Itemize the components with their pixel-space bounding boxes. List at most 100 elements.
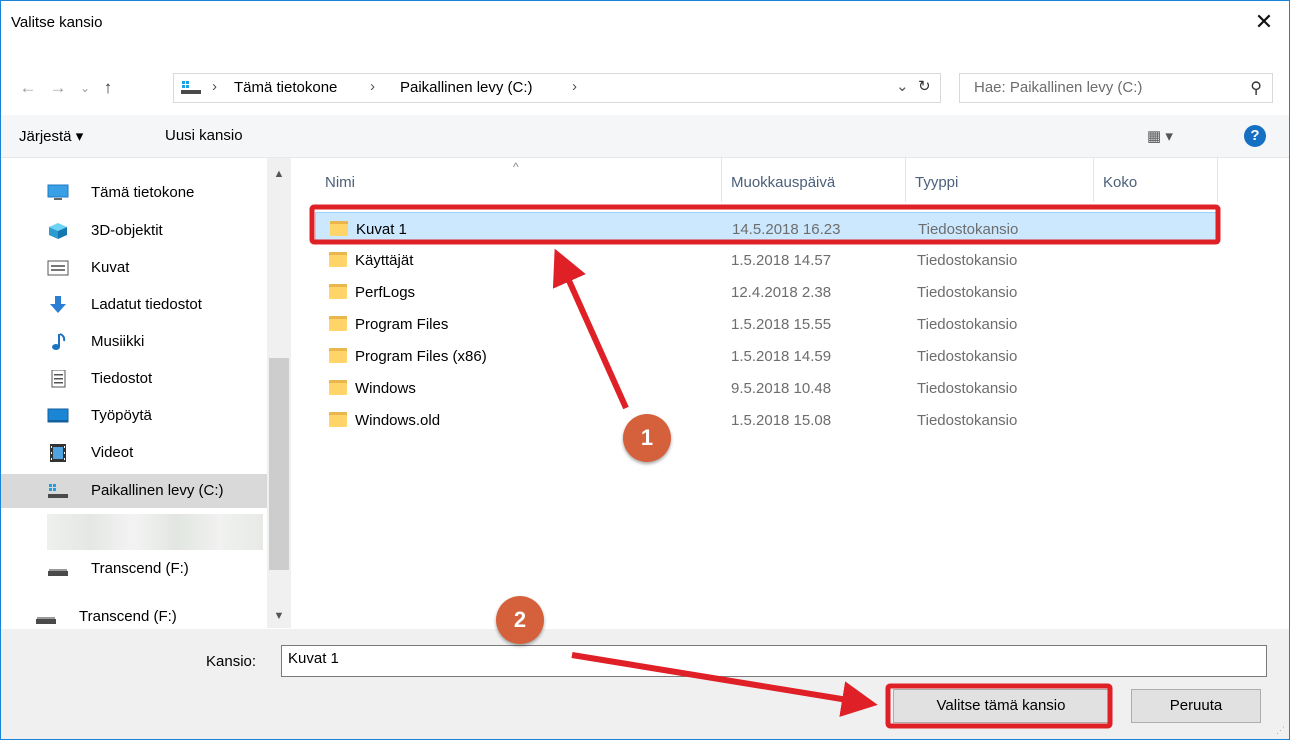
folder-icon xyxy=(330,221,348,236)
sidebar-item-label: Transcend (F:) xyxy=(79,608,177,625)
breadcrumb-local-disk[interactable]: Paikallinen levy (C:) xyxy=(400,79,533,96)
address-dropdown-icon[interactable]: ⌄ xyxy=(896,77,909,95)
sidebar-item-this-pc[interactable]: Tämä tietokone xyxy=(1,176,267,210)
sidebar-item-documents[interactable]: Tiedostot xyxy=(1,362,267,396)
search-icon[interactable]: ⚲ xyxy=(1250,78,1262,98)
column-header-type[interactable]: Tyyppi xyxy=(915,174,958,191)
breadcrumb-separator[interactable]: › xyxy=(370,78,375,95)
sidebar-item-label: Ladatut tiedostot xyxy=(91,296,202,313)
close-icon[interactable]: ✕ xyxy=(1249,7,1279,37)
sidebar-item-transcend[interactable]: Transcend (F:) xyxy=(1,552,267,586)
sidebar-item-downloads[interactable]: Ladatut tiedostot xyxy=(1,288,267,322)
column-divider xyxy=(721,158,722,202)
address-bar[interactable]: › Tämä tietokone › Paikallinen levy (C:)… xyxy=(173,73,941,103)
recent-locations-chevron-icon[interactable]: ⌄ xyxy=(77,75,93,101)
column-divider xyxy=(1217,158,1218,202)
table-row[interactable]: PerfLogs 12.4.2018 2.38 Tiedostokansio xyxy=(315,276,1219,308)
forward-arrow-icon[interactable]: → xyxy=(45,75,71,101)
scrollbar-thumb[interactable] xyxy=(269,358,289,570)
step-2-badge: 2 xyxy=(496,596,544,644)
column-header-size[interactable]: Koko xyxy=(1103,174,1137,191)
view-options-icon[interactable]: ▦ ▾ xyxy=(1147,127,1173,145)
file-modified: 12.4.2018 2.38 xyxy=(731,284,832,301)
blurred-item xyxy=(47,514,263,550)
folder-icon xyxy=(329,380,347,395)
folder-name-field[interactable] xyxy=(281,645,1267,677)
sidebar-item-label: 3D-objektit xyxy=(91,222,163,239)
file-type: Tiedostokansio xyxy=(917,284,1018,301)
sort-ascending-icon: ^ xyxy=(513,160,519,174)
table-row[interactable]: Windows.old 1.5.2018 15.08 Tiedostokansi… xyxy=(315,404,1219,436)
up-arrow-icon[interactable]: ↑ xyxy=(97,75,119,101)
file-list: ^ Nimi Muokkauspäivä Tyyppi Koko Kuvat 1… xyxy=(299,158,1289,628)
dialog-footer: Kansio: Valitse tämä kansio Peruuta ⋰ xyxy=(1,629,1289,739)
file-type: Tiedostokansio xyxy=(917,412,1018,429)
drive-icon xyxy=(181,81,201,94)
help-icon[interactable]: ? xyxy=(1244,125,1266,147)
new-folder-button[interactable]: Uusi kansio xyxy=(165,127,243,144)
back-arrow-icon[interactable]: ← xyxy=(15,75,41,101)
organize-button[interactable]: Järjestä ▾ xyxy=(19,127,83,145)
sidebar-item-videos[interactable]: Videot xyxy=(1,436,267,470)
table-row[interactable]: Program Files 1.5.2018 15.55 Tiedostokan… xyxy=(315,308,1219,340)
navigation-pane: Tämä tietokone 3D-objektit Kuvat Ladatut… xyxy=(1,158,267,628)
resize-grip-icon[interactable]: ⋰ xyxy=(1276,725,1285,736)
sidebar-item-label: Tiedostot xyxy=(91,370,153,387)
sidebar-item-local-disk[interactable]: Paikallinen levy (C:) xyxy=(1,474,267,508)
table-row[interactable]: Windows 9.5.2018 10.48 Tiedostokansio xyxy=(315,372,1219,404)
file-name: Windows xyxy=(355,380,416,397)
music-icon xyxy=(52,333,66,350)
file-name: Käyttäjät xyxy=(355,252,414,269)
documents-icon xyxy=(51,370,66,388)
breadcrumb-separator[interactable]: › xyxy=(572,78,577,95)
usb-drive-icon xyxy=(48,569,68,576)
sidebar-item-pictures[interactable]: Kuvat xyxy=(1,251,267,285)
file-name: Windows.old xyxy=(355,412,441,429)
navigation-bar: ← → ⌄ ↑ › Tämä tietokone › Paikallinen l… xyxy=(1,69,1289,107)
breadcrumb-separator[interactable]: › xyxy=(212,78,217,95)
sidebar-item-label: Tämä tietokone xyxy=(91,184,195,201)
sidebar-item-label: Musiikki xyxy=(91,333,145,350)
breadcrumb-this-pc[interactable]: Tämä tietokone xyxy=(234,79,337,96)
column-header-modified[interactable]: Muokkauspäivä xyxy=(731,174,835,191)
computer-icon xyxy=(47,184,69,200)
search-box[interactable]: Hae: Paikallinen levy (C:) ⚲ xyxy=(959,73,1273,103)
table-row[interactable]: Program Files (x86) 1.5.2018 14.59 Tiedo… xyxy=(315,340,1219,372)
3d-objects-icon xyxy=(49,223,67,239)
navigation-scrollbar[interactable]: ▲ ▼ xyxy=(267,158,291,628)
sidebar-item-desktop[interactable]: Työpöytä xyxy=(1,399,267,433)
file-name: Program Files xyxy=(355,316,449,333)
sidebar-item-3d-objects[interactable]: 3D-objektit xyxy=(1,214,267,248)
column-divider xyxy=(905,158,906,202)
file-name: Kuvat 1 xyxy=(356,221,407,238)
file-type: Tiedostokansio xyxy=(917,348,1018,365)
file-type: Tiedostokansio xyxy=(917,252,1018,269)
scroll-down-icon[interactable]: ▼ xyxy=(267,610,291,622)
search-placeholder: Hae: Paikallinen levy (C:) xyxy=(974,79,1143,96)
folder-name-input[interactable] xyxy=(288,650,1248,667)
downloads-icon xyxy=(50,296,66,313)
folder-picker-dialog: Valitse kansio ✕ ← → ⌄ ↑ › Tämä tietokon… xyxy=(0,0,1290,740)
sidebar-item-label: Paikallinen levy (C:) xyxy=(91,482,224,499)
sidebar-item-transcend-drive[interactable]: Transcend (F:) xyxy=(1,600,267,628)
file-type: Tiedostokansio xyxy=(917,380,1018,397)
sidebar-item-music[interactable]: Musiikki xyxy=(1,325,267,359)
folder-icon xyxy=(329,252,347,267)
column-header-name[interactable]: Nimi xyxy=(325,174,355,191)
file-modified: 9.5.2018 10.48 xyxy=(731,380,832,397)
folder-label: Kansio: xyxy=(206,653,257,670)
refresh-icon[interactable]: ↻ xyxy=(918,77,931,95)
file-modified: 1.5.2018 15.08 xyxy=(731,412,832,429)
folder-icon xyxy=(329,284,347,299)
sidebar-item-label: Kuvat xyxy=(91,259,130,276)
file-modified: 1.5.2018 14.59 xyxy=(731,348,832,365)
select-folder-button[interactable]: Valitse tämä kansio xyxy=(893,689,1109,723)
scroll-up-icon[interactable]: ▲ xyxy=(267,168,291,180)
table-row[interactable]: Kuvat 1 14.5.2018 16.23 Tiedostokansio xyxy=(315,212,1219,244)
table-row[interactable]: Käyttäjät 1.5.2018 14.57 Tiedostokansio xyxy=(315,244,1219,276)
videos-icon xyxy=(50,444,66,462)
file-type: Tiedostokansio xyxy=(918,221,1019,238)
cancel-button[interactable]: Peruuta xyxy=(1131,689,1261,723)
file-name: Program Files (x86) xyxy=(355,348,487,365)
pictures-icon xyxy=(47,260,69,276)
